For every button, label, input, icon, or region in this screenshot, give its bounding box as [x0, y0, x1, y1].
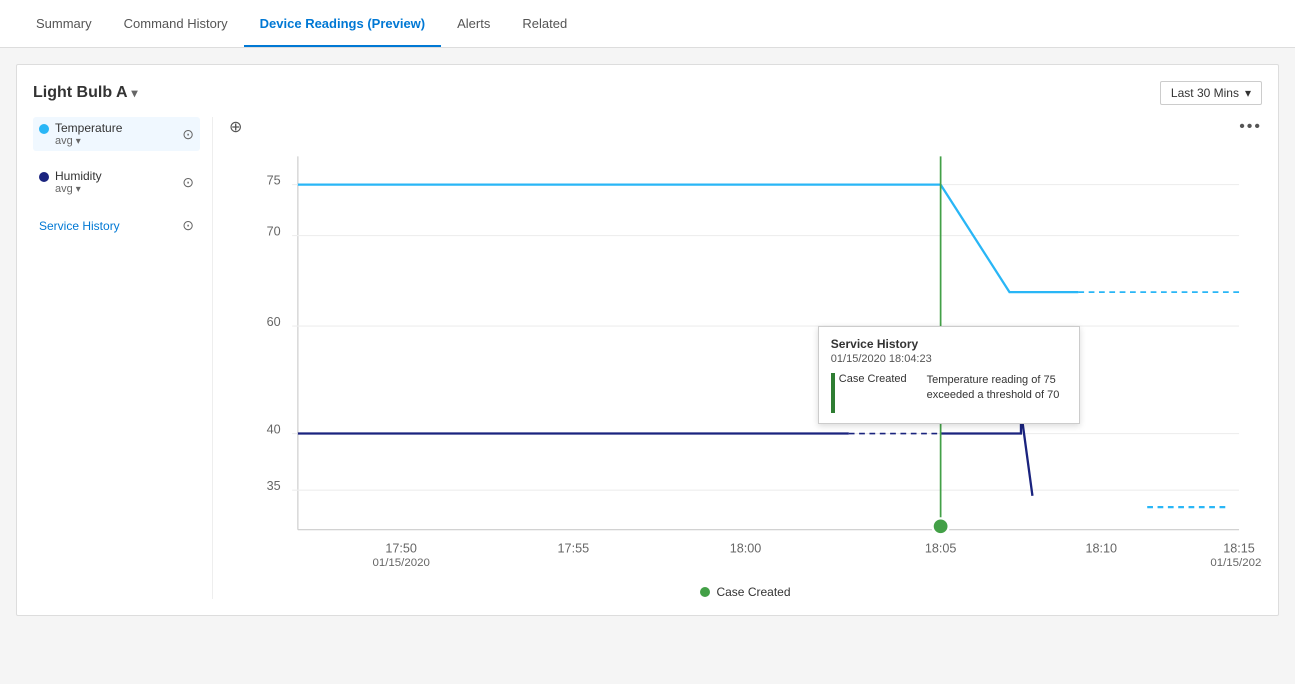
legend-temperature-left: Temperature avg ▾ [39, 121, 122, 147]
main-content: Light Bulb A ▾ Last 30 Mins ▾ Temperatur… [0, 48, 1295, 632]
card-header: Light Bulb A ▾ Last 30 Mins ▾ [33, 81, 1262, 105]
chart-wrapper: 75 70 60 40 35 [229, 145, 1262, 575]
svg-text:01/15/2020: 01/15/2020 [1210, 557, 1262, 569]
chart-top-icons: ⊕ ••• [229, 117, 1262, 137]
service-history-link[interactable]: Service History ⊙ [33, 213, 200, 238]
tab-device-readings[interactable]: Device Readings (Preview) [244, 2, 441, 47]
more-options-icon[interactable]: ••• [1239, 118, 1262, 136]
svg-text:60: 60 [267, 315, 281, 329]
svg-text:40: 40 [267, 423, 281, 437]
device-dropdown-icon[interactable]: ▾ [132, 86, 138, 100]
temperature-eye-icon[interactable]: ⊙ [182, 126, 194, 143]
humidity-dot [39, 172, 49, 182]
device-title[interactable]: Light Bulb A ▾ [33, 84, 138, 102]
svg-text:01/15/2020: 01/15/2020 [372, 557, 429, 569]
tab-command-history[interactable]: Command History [108, 2, 244, 47]
device-name-label: Light Bulb A [33, 84, 128, 102]
svg-text:70: 70 [267, 225, 281, 239]
svg-text:18:10: 18:10 [1086, 541, 1118, 555]
case-created-label: Case Created [716, 585, 790, 599]
humidity-chevron[interactable]: ▾ [76, 184, 81, 195]
left-panel: Temperature avg ▾ ⊙ Humid [33, 117, 213, 599]
svg-text:17:55: 17:55 [558, 541, 590, 555]
legend-temperature[interactable]: Temperature avg ▾ ⊙ [33, 117, 200, 151]
legend-humidity[interactable]: Humidity avg ▾ ⊙ [33, 165, 200, 199]
tab-related[interactable]: Related [506, 2, 583, 47]
legend-bottom: Case Created [229, 585, 1262, 599]
svg-text:35: 35 [267, 479, 281, 493]
humidity-label: Humidity [55, 169, 102, 183]
case-created-dot [700, 587, 710, 597]
temperature-text: Temperature avg ▾ [55, 121, 122, 147]
chart-svg: 75 70 60 40 35 [229, 145, 1262, 575]
temperature-sub: avg ▾ [55, 135, 122, 147]
tab-bar: Summary Command History Device Readings … [0, 0, 1295, 48]
service-history-eye-icon[interactable]: ⊙ [182, 217, 194, 234]
svg-text:18:05: 18:05 [925, 541, 957, 555]
tab-summary[interactable]: Summary [20, 2, 108, 47]
humidity-text: Humidity avg ▾ [55, 169, 102, 195]
humidity-eye-icon[interactable]: ⊙ [182, 174, 194, 191]
svg-text:75: 75 [267, 174, 281, 188]
tab-alerts[interactable]: Alerts [441, 2, 506, 47]
temperature-chevron[interactable]: ▾ [76, 136, 81, 147]
time-selector[interactable]: Last 30 Mins ▾ [1160, 81, 1262, 105]
chart-area: ⊕ ••• 75 70 60 40 35 [213, 117, 1262, 599]
svg-text:17:50: 17:50 [385, 541, 417, 555]
humidity-sub: avg ▾ [55, 183, 102, 195]
content-area: Temperature avg ▾ ⊙ Humid [33, 117, 1262, 599]
service-history-label: Service History [39, 219, 120, 233]
svg-text:18:15: 18:15 [1223, 541, 1255, 555]
svg-text:18:00: 18:00 [730, 541, 762, 555]
legend-humidity-left: Humidity avg ▾ [39, 169, 102, 195]
temperature-dot [39, 124, 49, 134]
temperature-label: Temperature [55, 121, 122, 135]
device-readings-card: Light Bulb A ▾ Last 30 Mins ▾ Temperatur… [16, 64, 1279, 616]
layers-icon[interactable]: ⊕ [229, 117, 242, 137]
time-selector-label: Last 30 Mins [1171, 86, 1239, 100]
time-selector-icon: ▾ [1245, 86, 1251, 100]
